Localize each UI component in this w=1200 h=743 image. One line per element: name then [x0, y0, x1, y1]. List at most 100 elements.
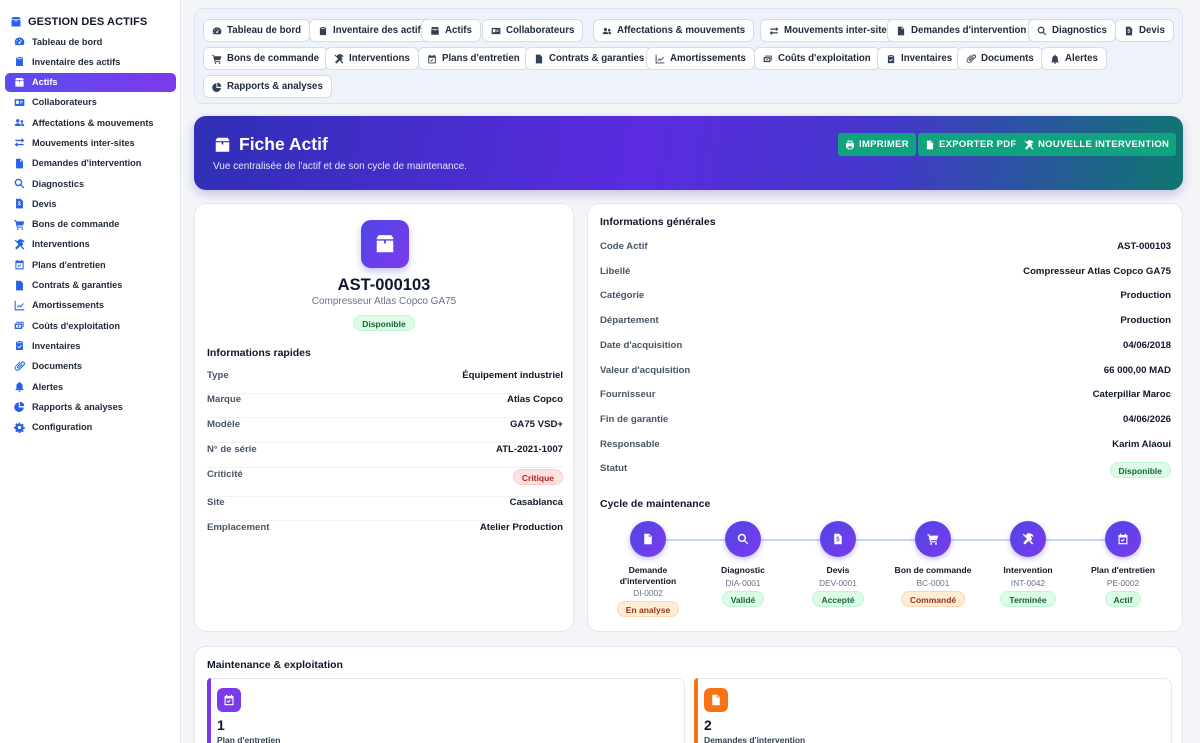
sidebar-item-amortissements[interactable]: Amortissements [5, 296, 176, 315]
general-info-row: Fin de garantie 04/06/2026 [600, 414, 1171, 425]
nav-pill-collaborateurs[interactable]: Collaborateurs [482, 19, 584, 42]
sidebar-item-collaborateurs[interactable]: Collaborateurs [5, 93, 176, 112]
sidebar-item-label: Tableau de bord [32, 36, 103, 47]
search-icon [737, 533, 749, 545]
nav-pill-bons-de-commande[interactable]: Bons de commande [203, 47, 329, 70]
sidebar-item-demandes-d-intervention[interactable]: Demandes d'intervention [5, 154, 176, 173]
general-info-row: Code Actif AST-000103 [600, 241, 1171, 252]
nav-pill-affectations-mouvements[interactable]: Affectations & mouvements [593, 19, 755, 42]
sidebar-item-mouvements-inter-sites[interactable]: Mouvements inter-sites [5, 133, 176, 152]
new-intervention-button[interactable]: NOUVELLE INTERVENTION [1017, 133, 1177, 156]
nav-pill-amortissements[interactable]: Amortissements [646, 47, 755, 70]
field-label: Valeur d'acquisition [600, 364, 691, 376]
bell-icon [14, 381, 25, 392]
sidebar-nav: Tableau de bord Inventaire des actifs Acti… [0, 32, 180, 437]
nav-pill-inventaires[interactable]: Inventaires [877, 47, 962, 70]
sidebar-item-inventaire-des-actifs[interactable]: Inventaire des actifs [5, 52, 176, 71]
cycle-step-devis[interactable]: Devis DEV-0001 Accepté [793, 521, 883, 607]
cycle-step-status: En analyse [616, 601, 680, 617]
swap-icon [14, 137, 25, 148]
nav-pill-couts-d-exploitation[interactable]: Coûts d'exploitation [754, 47, 880, 70]
sidebar-item-configuration[interactable]: Configuration [5, 418, 176, 437]
sidebar-item-interventions[interactable]: Interventions [5, 235, 176, 254]
cart-icon [212, 54, 222, 64]
sidebar-item-inventaires[interactable]: Inventaires [5, 336, 176, 355]
cycle-node[interactable] [820, 521, 856, 557]
nav-pill-demandes-d-intervention[interactable]: Demandes d'intervention [887, 19, 1036, 42]
sidebar-item-documents[interactable]: Documents [5, 357, 176, 376]
nav-pill-diagnostics[interactable]: Diagnostics [1028, 19, 1116, 42]
field-label: Catégorie [600, 290, 645, 302]
field-label: Site [207, 497, 225, 508]
sidebar: GESTION DES ACTIFS Tableau de bord Invent… [0, 0, 181, 743]
sidebar-item-contrats-garanties[interactable]: Contrats & garanties [5, 276, 176, 295]
cycle-step-demande-d-intervention[interactable]: Demande d'intervention DI-0002 En analys… [603, 521, 693, 617]
cart-icon [14, 219, 25, 230]
cycle-node[interactable] [1010, 521, 1046, 557]
sidebar-item-bons-de-commande[interactable]: Bons de commande [5, 215, 176, 234]
nav-pill-alertes[interactable]: Alertes [1041, 47, 1107, 70]
cycle-step-bon-de-commande[interactable]: Bon de commande BC-0001 Commandé [888, 521, 978, 607]
cycle-node[interactable] [725, 521, 761, 557]
cycle-step-intervention[interactable]: Intervention INT-0042 Terminée [983, 521, 1073, 607]
nav-pill-actifs[interactable]: Actifs [421, 19, 481, 42]
swap-icon [769, 26, 779, 36]
sidebar-brand[interactable]: GESTION DES ACTIFS [0, 0, 180, 32]
field-label: N° de série [207, 444, 257, 455]
cycle-step-ref: PE-0002 [1106, 577, 1140, 588]
field-label: Date d'acquisition [600, 339, 683, 351]
field-label: Statut [600, 463, 628, 475]
field-label: Responsable [600, 438, 660, 450]
clipboard-check-icon [14, 340, 25, 351]
cycle-node[interactable] [630, 521, 666, 557]
field-value: Karim Alaoui [1112, 438, 1171, 450]
nav-pill-documents[interactable]: Documents [957, 47, 1043, 70]
cycle-step-label: Devis [826, 565, 850, 575]
field-label: Criticité [207, 469, 243, 480]
print-button[interactable]: IMPRIMER [838, 133, 916, 156]
pie-chart-icon [212, 82, 222, 92]
sidebar-item-couts-d-exploitation[interactable]: Coûts d'exploitation [5, 316, 176, 335]
bell-icon [1050, 54, 1060, 64]
sidebar-item-rapports-analyses[interactable]: Rapports & analyses [5, 397, 176, 416]
clipboard-check-icon [886, 54, 896, 64]
box-icon [213, 136, 232, 154]
sidebar-title: GESTION DES ACTIFS [28, 15, 148, 28]
nav-pill-devis[interactable]: Devis [1115, 19, 1174, 42]
maintenance-title: Maintenance & exploitation [207, 659, 343, 671]
sidebar-item-actifs[interactable]: Actifs [5, 72, 176, 92]
printer-icon [845, 140, 855, 150]
sidebar-item-plans-d-entretien[interactable]: Plans d'entretien [5, 255, 176, 274]
paperclip-icon [14, 361, 25, 372]
cycle-node[interactable] [1105, 521, 1141, 557]
sidebar-item-alertes[interactable]: Alertes [5, 377, 176, 396]
cycle-node[interactable] [915, 521, 951, 557]
nav-pill-tableau-de-bord[interactable]: Tableau de bord [203, 19, 311, 42]
sidebar-item-tableau-de-bord[interactable]: Tableau de bord [5, 32, 176, 51]
nav-pill-interventions[interactable]: Interventions [325, 47, 419, 70]
id-card-icon [491, 26, 501, 36]
nav-pill-plans-d-entretien[interactable]: Plans d'entretien [418, 47, 529, 70]
nav-pill-inventaire-des-actifs[interactable]: Inventaire des actifs [309, 19, 436, 42]
invoice-icon [14, 198, 25, 209]
field-label: Fin de garantie [600, 413, 669, 425]
sidebar-item-label: Collaborateurs [32, 97, 97, 108]
field-value: Caterpillar Maroc [1092, 389, 1171, 401]
sidebar-item-diagnostics[interactable]: Diagnostics [5, 174, 176, 193]
sidebar-item-affectations-mouvements[interactable]: Affectations & mouvements [5, 113, 176, 132]
sidebar-item-devis[interactable]: Devis [5, 194, 176, 213]
cycle-step-diagnostic[interactable]: Diagnostic DIA-0001 Validé [698, 521, 788, 607]
stat-card-demandes-d-intervention[interactable]: 2 Demandes d'intervention [694, 678, 1172, 743]
nav-pill-mouvements-inter-sites[interactable]: Mouvements inter-sites [760, 19, 902, 42]
general-info-row: Libellé Compresseur Atlas Copco GA75 [600, 266, 1171, 277]
nav-pill-rapports-analyses[interactable]: Rapports & analyses [203, 75, 332, 98]
general-info-title: Informations générales [600, 216, 716, 228]
stat-card-plan-d-entretien[interactable]: 1 Plan d'entretien [207, 678, 685, 743]
nav-pill-contrats-garanties[interactable]: Contrats & garanties [525, 47, 654, 70]
cycle-step-plan-d-entretien[interactable]: Plan d'entretien PE-0002 Actif [1078, 521, 1168, 607]
export-pdf-button[interactable]: EXPORTER PDF [918, 133, 1024, 156]
money-icon [763, 54, 773, 64]
sidebar-item-label: Demandes d'intervention [32, 158, 142, 169]
sidebar-item-label: Devis [32, 198, 57, 209]
stat-value: 1 [217, 717, 225, 733]
